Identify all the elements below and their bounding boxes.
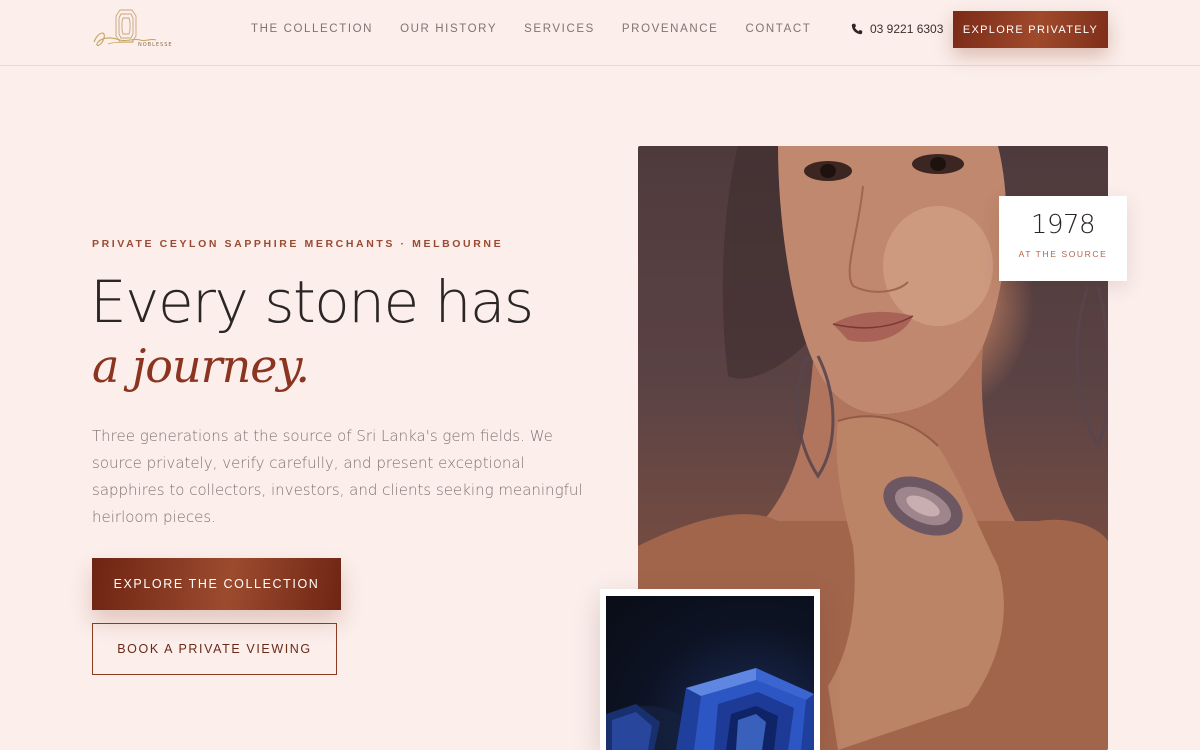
hero-headline-script: a journey.: [92, 339, 310, 393]
phone-icon: [851, 23, 863, 35]
hero-eyebrow: PRIVATE CEYLON SAPPHIRE MERCHANTS · MELB…: [92, 238, 504, 250]
sapphire-gem-illustration: [606, 668, 814, 750]
badge-label: AT THE SOURCE: [1018, 249, 1108, 259]
site-header: NOBLESSE THE COLLECTION OUR HISTORY SERV…: [0, 0, 1200, 66]
sapphire-photo-card: [600, 589, 820, 750]
sapphire-photo: [606, 596, 814, 750]
logo-subtext: NOBLESSE: [138, 42, 173, 48]
nav-item-contact[interactable]: CONTACT: [745, 22, 811, 36]
badge-year: 1978: [1030, 210, 1096, 240]
founded-year-badge: 1978 AT THE SOURCE: [999, 196, 1127, 281]
nav-item-services[interactable]: SERVICES: [524, 22, 595, 36]
nav-item-the-collection[interactable]: THE COLLECTION: [251, 22, 373, 36]
hero-intro: Three generations at the source of Sri L…: [92, 427, 583, 526]
book-private-viewing-button[interactable]: BOOK A PRIVATE VIEWING: [92, 623, 337, 675]
nav-item-our-history[interactable]: OUR HISTORY: [400, 22, 497, 36]
nav-item-provenance[interactable]: PROVENANCE: [622, 22, 719, 36]
main-nav: THE COLLECTION OUR HISTORY SERVICES PROV…: [251, 22, 838, 36]
explore-privately-button[interactable]: EXPLORE PRIVATELY: [953, 11, 1108, 48]
explore-collection-button[interactable]: EXPLORE THE COLLECTION: [92, 558, 341, 610]
phone-link[interactable]: 03 9221 6303: [851, 22, 943, 36]
hero-headline: Every stone has: [90, 268, 534, 336]
brand-logo[interactable]: NOBLESSE: [90, 8, 190, 54]
phone-number: 03 9221 6303: [870, 22, 944, 36]
